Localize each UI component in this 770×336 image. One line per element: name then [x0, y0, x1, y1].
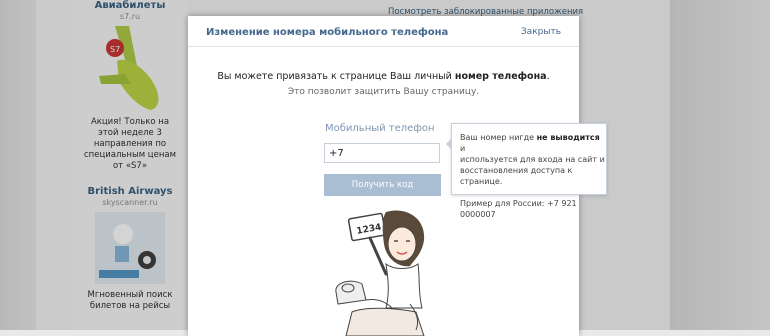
tooltip-line1-suffix: и — [460, 144, 466, 153]
intro-bold: номер телефона — [454, 71, 547, 82]
phone-lady-illustration: 1234 — [335, 210, 425, 336]
intro-suffix: . — [546, 71, 550, 82]
tooltip-line2: используется для входа на сайт и — [460, 155, 605, 164]
dialog-header: Изменение номера мобильного телефона Зак… — [188, 16, 579, 47]
intro-text: Вы можете привязать к странице Ваш личны… — [188, 71, 579, 82]
tooltip-example: Пример для России: +7 921 0000007 — [460, 199, 577, 219]
tooltip-line1-bold: не выводится — [536, 133, 600, 142]
intro-prefix: Вы можете привязать к странице Ваш личны… — [217, 71, 452, 82]
phone-field-label: Мобильный телефон — [325, 123, 435, 134]
tooltip-line1-prefix: Ваш номер нигде — [460, 133, 535, 142]
tooltip-line3: восстановления доступа к странице. — [460, 166, 573, 186]
tooltip-line1: Ваш номер нигде не выводится и — [460, 132, 606, 154]
dialog-title: Изменение номера мобильного телефона — [206, 27, 449, 38]
intro-subtext: Это позволит защитить Вашу страницу. — [287, 87, 480, 97]
privacy-tooltip: Ваш номер нигде не выводится и используе… — [446, 123, 607, 219]
tooltip-arrow — [446, 138, 452, 150]
phone-input[interactable] — [324, 143, 440, 163]
close-link[interactable]: Закрыть — [521, 27, 561, 37]
get-code-button[interactable]: Получить код — [324, 174, 441, 196]
